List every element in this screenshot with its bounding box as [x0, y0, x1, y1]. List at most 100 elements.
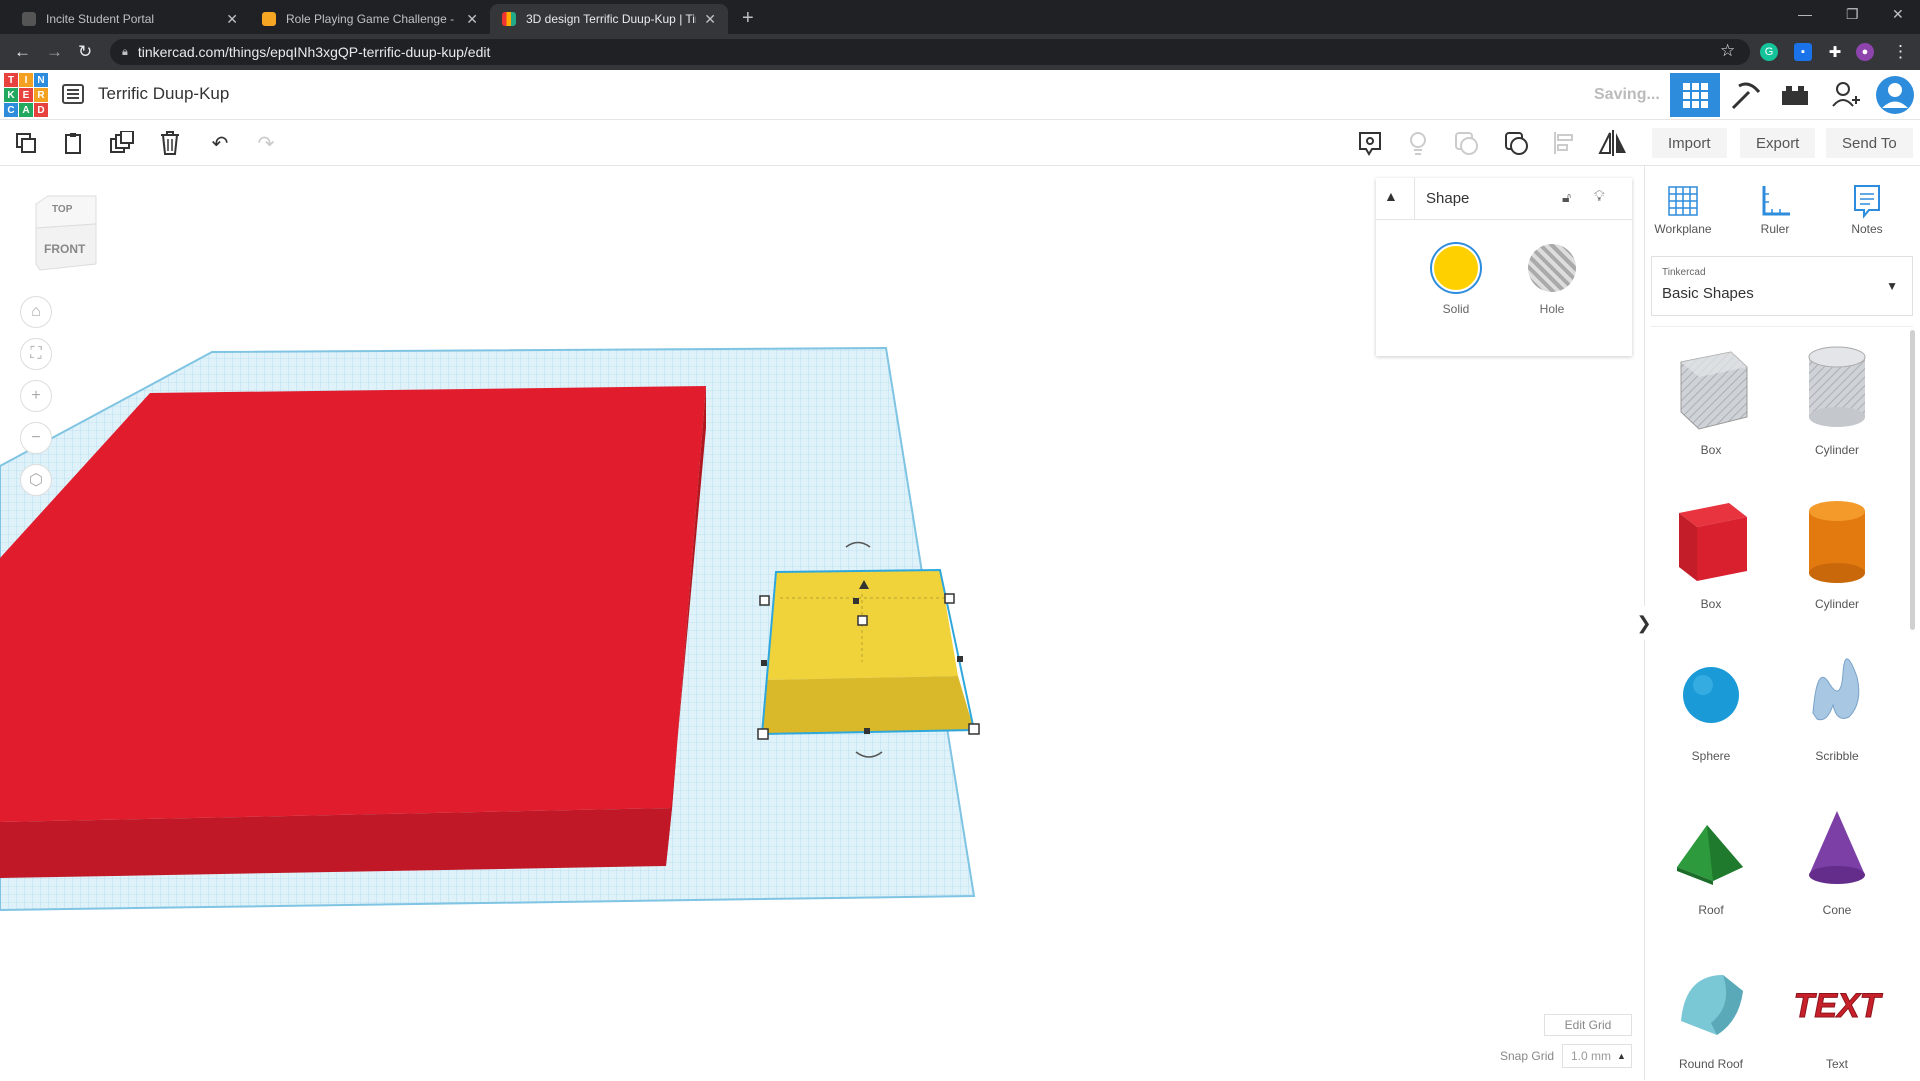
logo-letter: I — [19, 73, 33, 87]
lock-icon[interactable]: 🔓︎ — [1562, 189, 1571, 206]
trash-icon — [161, 131, 179, 155]
view-cube-top-label[interactable]: TOP — [52, 204, 72, 215]
text-icon: TEXT — [1793, 987, 1884, 1026]
notes-tool[interactable]: Notes — [1829, 180, 1905, 236]
shape-label: Cylinder — [1814, 443, 1859, 457]
undo-button[interactable]: ↶ — [206, 129, 234, 157]
redo-button[interactable]: ↷ — [252, 129, 280, 157]
collapse-sidebar-icon[interactable]: ❯ — [1636, 606, 1652, 640]
zoom-out-button[interactable]: − — [20, 422, 52, 454]
tab-favicon-icon — [502, 12, 516, 26]
solid-color-swatch[interactable] — [1432, 244, 1480, 292]
tab-tinkercad[interactable]: 3D design Terrific Duup-Kup | Tin ✕ — [490, 4, 728, 34]
tab-favicon-icon — [262, 12, 276, 26]
shape-cone[interactable]: Cone — [1777, 797, 1897, 927]
home-view-button[interactable]: ⌂ — [20, 296, 52, 328]
copy-button[interactable] — [12, 129, 40, 157]
shape-cylinder[interactable]: Cylinder — [1777, 491, 1897, 621]
edit-grid-button[interactable]: Edit Grid — [1544, 1014, 1632, 1036]
shape-library-grid: Box Cylinder Box Cylinder Sphere Scribbl… — [1651, 326, 1913, 1080]
close-tab-icon[interactable]: ✕ — [704, 11, 716, 28]
logo-letter: D — [34, 103, 48, 117]
mirror-button[interactable] — [1598, 129, 1626, 157]
shape-box-hole[interactable]: Box — [1651, 337, 1771, 467]
close-tab-icon[interactable]: ✕ — [466, 11, 478, 28]
shape-roof[interactable]: Roof — [1651, 797, 1771, 927]
tab-incite[interactable]: Incite Student Portal ✕ — [10, 4, 250, 34]
workplane-tool[interactable]: Workplane — [1645, 180, 1721, 236]
shape-sphere[interactable]: Sphere — [1651, 643, 1771, 773]
ungroup-button[interactable] — [1502, 129, 1530, 157]
design-title[interactable]: Terrific Duup-Kup — [98, 84, 229, 104]
collapse-icon[interactable]: ▲ — [1384, 188, 1398, 204]
reload-icon[interactable]: ↻ — [78, 42, 92, 62]
ungroup-icon — [1505, 132, 1528, 155]
maximize-icon[interactable]: ❐ — [1846, 6, 1859, 23]
shape-scribble[interactable]: Scribble — [1777, 643, 1897, 773]
shape-text[interactable]: TEXT Text — [1777, 951, 1897, 1081]
fit-view-button[interactable]: ⛶ — [20, 338, 52, 370]
home-icon: ⌂ — [31, 303, 41, 320]
extension-icon[interactable]: ▪ — [1794, 43, 1812, 61]
group-button[interactable] — [1452, 129, 1480, 157]
app-header: T I N K E R C A D Terrific Duup-Kup Savi… — [0, 70, 1920, 120]
align-button[interactable] — [1550, 129, 1578, 157]
design-list-icon[interactable] — [62, 84, 84, 104]
url-input[interactable]: 🔒︎ tinkercad.com/things/epqINh3xgQP-terr… — [110, 39, 1750, 65]
shape-library-select[interactable]: Tinkercad Basic Shapes ▼ — [1651, 256, 1913, 316]
lightbulb-icon[interactable]: 💡︎ — [1594, 188, 1605, 205]
logo-letter: A — [19, 103, 33, 117]
hole-swatch[interactable] — [1528, 244, 1576, 292]
logo-letter: N — [34, 73, 48, 87]
menu-dots-icon[interactable]: ⋮ — [1892, 42, 1909, 62]
shape-cylinder-hole[interactable]: Cylinder — [1777, 337, 1897, 467]
red-box-shape[interactable] — [0, 386, 706, 878]
back-icon[interactable]: ← — [14, 42, 31, 62]
export-button[interactable]: Export — [1740, 128, 1816, 158]
align-icon — [1554, 132, 1573, 154]
shapes-sidebar: Workplane Ruler Notes Tinkercad Basic Sh… — [1644, 166, 1920, 1080]
add-user-button[interactable] — [1820, 73, 1870, 117]
paste-button[interactable] — [60, 129, 88, 157]
solid-label: Solid — [1442, 302, 1470, 316]
shape-round-roof[interactable]: Round Roof — [1651, 951, 1771, 1081]
view-cube-front-label[interactable]: FRONT — [44, 242, 85, 256]
library-scrollbar[interactable] — [1910, 330, 1915, 630]
close-tab-icon[interactable]: ✕ — [226, 11, 238, 28]
ruler-tool[interactable]: Ruler — [1737, 180, 1813, 236]
shape-box[interactable]: Box — [1651, 491, 1771, 621]
new-tab-icon[interactable]: + — [742, 7, 754, 30]
notes-tool-button[interactable] — [1356, 129, 1384, 157]
show-all-button[interactable] — [1404, 129, 1432, 157]
3d-view-button[interactable] — [1670, 73, 1720, 117]
shape-label: Scribble — [1815, 749, 1859, 763]
send-to-button[interactable]: Send To — [1826, 128, 1913, 158]
zoom-in-button[interactable]: + — [20, 380, 52, 412]
puzzle-icon[interactable]: ✚ — [1826, 43, 1844, 61]
projection-button[interactable]: ⬡ — [20, 464, 52, 496]
avatar-icon — [1876, 76, 1914, 114]
close-window-icon[interactable]: ✕ — [1892, 6, 1904, 23]
blocks-button[interactable] — [1720, 73, 1770, 117]
edit-toolbar: ↶ ↷ Import Export Send To — [0, 120, 1920, 166]
snap-grid-select[interactable]: 1.0 mm ▲ — [1562, 1044, 1632, 1068]
view-cube[interactable]: TOP FRONT — [34, 194, 98, 272]
shape-inspector-panel: ▲ Shape 🔓︎ 💡︎ Solid Hole — [1376, 178, 1632, 356]
delete-button[interactable] — [156, 129, 184, 157]
notes-label: Notes — [1851, 222, 1883, 236]
user-avatar-button[interactable] — [1870, 73, 1920, 117]
import-button[interactable]: Import — [1652, 128, 1727, 158]
profile-avatar-icon[interactable]: ● — [1856, 43, 1874, 61]
duplicate-button[interactable] — [108, 129, 136, 157]
copy-icon — [16, 133, 36, 153]
minimize-icon[interactable]: — — [1798, 6, 1812, 22]
tab-role-playing[interactable]: Role Playing Game Challenge - I ✕ — [250, 4, 490, 34]
grammarly-icon[interactable]: G — [1760, 43, 1778, 61]
bricks-button[interactable] — [1770, 73, 1820, 117]
bookmark-star-icon[interactable]: ☆ — [1720, 41, 1735, 61]
tinkercad-logo[interactable]: T I N K E R C A D — [4, 73, 48, 117]
forward-icon[interactable]: → — [46, 42, 63, 62]
yellow-shape-selected[interactable] — [760, 568, 976, 736]
shape-panel-title: Shape — [1426, 190, 1470, 207]
workplane-icon — [1668, 186, 1698, 216]
